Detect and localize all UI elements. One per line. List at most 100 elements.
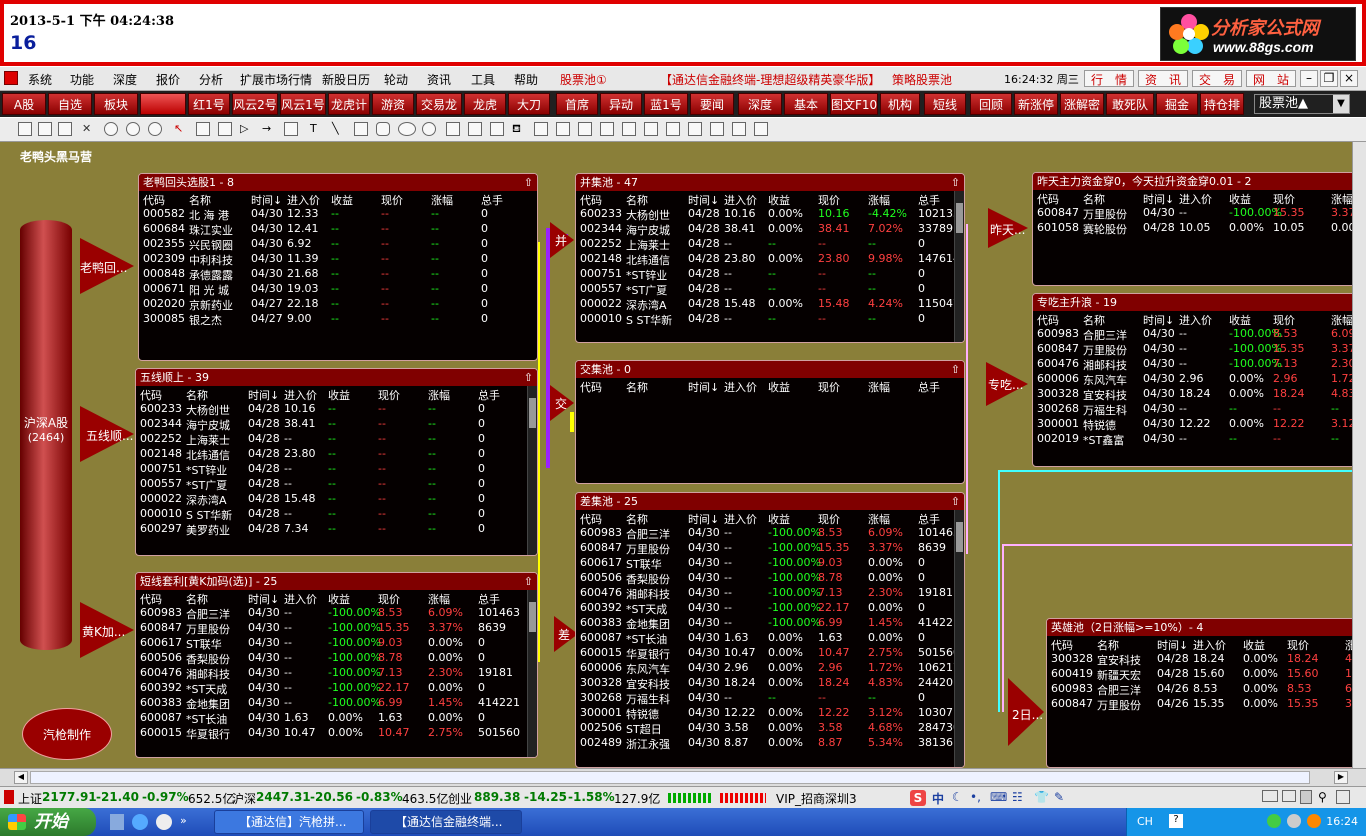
collapse-icon[interactable]: ⇧ [951, 493, 960, 510]
table-row[interactable]: 600847 万里股份 04/30 -- -100.00% 15.35 3.37% 8639 [576, 540, 964, 556]
table-row[interactable]: 600476 湘邮科技 04/30 -- -100.00% 7.13 2.30% 19181 [136, 665, 537, 681]
ellipse-icon[interactable] [398, 122, 416, 136]
start-button[interactable]: 开始 [0, 808, 96, 836]
table-row[interactable]: 000751 *ST锌业 04/28 -- -- -- -- 0 [576, 266, 964, 282]
quicklaunch-icon[interactable] [110, 814, 124, 830]
scroll-thumb[interactable] [30, 771, 1310, 784]
expand-icon[interactable]: » [180, 814, 196, 830]
open-icon[interactable] [38, 122, 52, 136]
layer-icon[interactable] [490, 122, 504, 136]
line-width-icon[interactable] [534, 122, 548, 136]
info-button[interactable]: 资 讯 [1138, 70, 1188, 87]
canvas-horizontal-scrollbar[interactable]: ◀ ▶ [0, 768, 1366, 786]
panel-diff[interactable]: 差集池 - 25 ⇧ 代码 名称 时间↓ 进入价 收益 现价 涨幅 总手 600983 合肥三洋 0… [575, 492, 965, 768]
menu-analysis[interactable]: 分析 [199, 71, 223, 88]
table-row[interactable]: 600006 东风汽车 04/30 2.96 0.00% 2.96 1.72% 106217 [576, 660, 964, 676]
chevron-down-icon[interactable]: ▼ [1333, 95, 1349, 113]
restore-icon[interactable]: ❐ [1320, 70, 1338, 87]
table-row[interactable]: 600617 ST联华 04/30 -- -100.00% 9.03 0.00% 0 [576, 555, 964, 571]
cy-label[interactable]: 创业 [448, 790, 472, 807]
table-row[interactable]: 600383 金地集团 04/30 -- -100.00% 6.99 1.45% 414221 [136, 695, 537, 711]
table-row[interactable]: 600233 大杨创世 04/28 10.16 0.00% 10.16 -4.42% 1021… [576, 206, 964, 222]
table-row[interactable]: 002355 兴民钢圈 04/30 6.92 -- -- -- 0 [139, 236, 537, 252]
panel-hero[interactable]: 英雄池（2日涨幅>=10%）- 4 代码名称时间↓进入价收益现价涨幅 30032… [1046, 618, 1362, 768]
tab-dare-to-die[interactable]: 敢死队 [1106, 93, 1154, 115]
panel-wuxian[interactable]: 五线顺上 - 39 ⇧ 代码 名称 时间↓ 进入价 收益 现价 涨幅 总手 600233 大杨创世… [135, 368, 538, 556]
table-row[interactable]: 002020 京新药业 04/27 22.18 -- -- -- 0 [139, 296, 537, 312]
collapse-icon[interactable]: ⇧ [951, 361, 960, 378]
table-row[interactable]: 600617 ST联华 04/30 -- -100.00% 9.03 0.00% 0 [136, 635, 537, 651]
circle-icon[interactable] [422, 122, 436, 136]
screen-icon[interactable] [1262, 790, 1278, 802]
table-row[interactable]: 000848 承德露露 04/30 21.68 -- -- -- 0 [139, 266, 537, 282]
scroll-right-icon[interactable]: ▶ [1334, 771, 1348, 784]
tray-app-icon[interactable] [1307, 814, 1321, 828]
column-header-code[interactable]: 代码 [580, 379, 602, 395]
tab-dadao[interactable]: 大刀 [508, 93, 550, 115]
menu-ipo-calendar[interactable]: 新股日历 [322, 71, 370, 88]
distribute-h-icon[interactable] [688, 122, 702, 136]
table-row[interactable]: 600087 *ST长油 04/30 1.63 0.00% 1.63 0.00% 0 [576, 630, 964, 646]
tab-youzi[interactable]: 游资 [372, 93, 414, 115]
column-header-volume[interactable]: 总手 [918, 379, 940, 395]
table-row[interactable]: 000022 深赤湾A 04/28 15.48 -- -- -- 0 [136, 491, 537, 507]
distribute-v-icon[interactable] [710, 122, 724, 136]
trade-button[interactable]: 交 易 [1192, 70, 1242, 87]
collapse-icon[interactable]: ⇧ [524, 174, 533, 191]
menu-system[interactable]: 系统 [28, 71, 52, 88]
made-by-oval[interactable]: 汽枪制作 [22, 708, 112, 760]
collapse-icon[interactable]: ⇧ [951, 174, 960, 191]
table-row[interactable]: 600684 珠江实业 04/30 12.41 -- -- -- 0 [139, 221, 537, 237]
menu-depth[interactable]: 深度 [113, 71, 137, 88]
table-row[interactable]: 601058赛轮股份04/2810.050.00%10.050.00% [1033, 220, 1361, 236]
tab-watchlist[interactable]: 自选 [48, 93, 92, 115]
column-header-price[interactable]: 现价 [818, 379, 840, 395]
tray-app-icon[interactable] [1287, 814, 1301, 828]
table-row[interactable]: 600015 华夏银行 04/30 10.47 0.00% 10.47 2.75% 50156… [576, 645, 964, 661]
scrollbar[interactable] [954, 191, 964, 342]
quote-button[interactable]: 行 情 [1084, 70, 1134, 87]
sogou-icon[interactable]: S [910, 790, 926, 806]
table-row[interactable]: 002252 上海莱士 04/28 -- -- -- -- 0 [576, 236, 964, 252]
tab-f10[interactable]: 图文F10 [830, 93, 878, 115]
ime-mode[interactable]: 中 [932, 790, 944, 807]
table-row[interactable]: 000582 北 海 港 04/30 12.33 -- -- -- 0 [139, 206, 537, 222]
table-row[interactable]: 600847 万里股份 04/30 -- -100.00% 15.35 3.37% 8639 [136, 620, 537, 636]
table-row[interactable]: 600476湘邮科技04/30---100.00%7.132.30% [1033, 356, 1361, 372]
table-row[interactable]: 002148 北纬通信 04/28 23.80 0.00% 23.80 9.98% 14761… [576, 251, 964, 267]
layout-icon[interactable] [1282, 790, 1296, 802]
tab-news[interactable]: 要闻 [690, 93, 734, 115]
table-row[interactable]: 300085 银之杰 04/27 9.00 -- -- -- 0 [139, 311, 537, 327]
table-row[interactable]: 002019 *ST鑫富 04/30 -- -- -- -- [1033, 431, 1361, 447]
tab-institution[interactable]: 机构 [880, 93, 920, 115]
column-header-profit[interactable]: 收益 [768, 379, 790, 395]
tab-juejin[interactable]: 掘金 [1156, 93, 1198, 115]
table-row[interactable]: 600506 香梨股份 04/30 -- -100.00% 8.78 0.00% 0 [576, 570, 964, 586]
punctuation-icon[interactable]: •, [970, 790, 981, 804]
tab-yidong[interactable]: 异动 [600, 93, 642, 115]
table-row[interactable]: 000010 S ST华新 04/28 -- -- -- -- 0 [136, 506, 537, 522]
paste-icon[interactable] [468, 122, 482, 136]
table-row[interactable]: 000557 *ST广夏 04/28 -- -- -- -- 0 [576, 281, 964, 297]
table-row[interactable]: 000010 S ST华新 04/28 -- -- -- -- 0 [576, 311, 964, 327]
menu-function[interactable]: 功能 [70, 71, 94, 88]
table-row[interactable]: 600983 合肥三洋 04/30 -- -100.00% 8.53 6.09% 101463 [136, 605, 537, 621]
help-icon[interactable]: ? [1169, 814, 1183, 828]
stop-icon[interactable] [148, 122, 162, 136]
panel-union[interactable]: 并集池 - 47 ⇧ 代码 名称 时间↓ 进入价 收益 现价 涨幅 总手 600233 大杨创世 0… [575, 173, 965, 343]
menu-stock-pool[interactable]: 股票池① [560, 71, 607, 88]
taskbar-item-active[interactable]: 【通达信金融终端... [370, 810, 522, 834]
same-height-icon[interactable] [754, 122, 768, 136]
table-row[interactable]: 600476 湘邮科技 04/30 -- -100.00% 7.13 2.30% 19181 [576, 585, 964, 601]
play-icon[interactable] [104, 122, 118, 136]
pause-icon[interactable] [126, 122, 140, 136]
canvas-vertical-scrollbar[interactable] [1352, 142, 1366, 768]
text-icon[interactable]: T [310, 122, 324, 136]
tab-active[interactable]: ​ [140, 93, 186, 115]
tab-sector[interactable]: 板块 [94, 93, 138, 115]
round-rect-icon[interactable] [376, 122, 390, 136]
align-middle-icon[interactable] [666, 122, 680, 136]
keyboard-icon[interactable]: ⌨ [990, 790, 1007, 804]
align-center-icon[interactable] [644, 122, 658, 136]
table-row[interactable]: 000557 *ST广夏 04/28 -- -- -- -- 0 [136, 476, 537, 492]
